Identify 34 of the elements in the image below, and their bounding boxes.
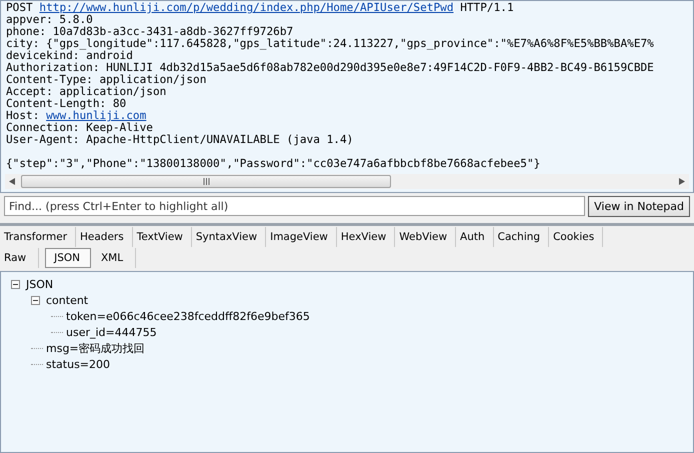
http-version: HTTP/1.1 xyxy=(460,1,514,14)
header-name: Host: xyxy=(6,109,40,122)
header-line: phone: 10a7d83b-a3cc-3431-a8db-3627ff9726b7 xyxy=(6,26,294,38)
scrollbar-thumb[interactable] xyxy=(21,175,391,188)
collapse-icon[interactable] xyxy=(31,296,40,304)
request-body: {"step":"3","Phone":"13800138000","Password":"cc03e747a6afbbcbf8be7668acfebee5"} xyxy=(6,158,542,170)
find-field[interactable]: Find... (press Ctrl+Enter to highlight all) xyxy=(4,196,586,216)
request-url-link[interactable]: http://www.hunliji.com/p/wedding/index.php/Home/APIUser/SetPwd xyxy=(39,1,454,14)
tree-item[interactable]: user_id=444755 xyxy=(66,326,157,338)
header-line: Connection: Keep-Alive xyxy=(6,122,154,134)
tree-item[interactable]: status=200 xyxy=(46,358,110,370)
header-line: Content-Type: application/json xyxy=(6,74,208,86)
request-method: POST xyxy=(6,1,33,14)
collapse-icon[interactable] xyxy=(11,280,20,288)
view-in-notepad-button[interactable]: View in Notepad xyxy=(588,196,690,217)
view-tab[interactable]: XML xyxy=(96,248,136,268)
header-line: User-Agent: Apache-HttpClient/UNAVAILABLE (java 1.4) xyxy=(6,134,354,146)
header-line: Authorization: HUNLIJI 4db32d15a5ae5d6f08ab782e00d290d395e0e8e7:49F14C2D-F0F9-4BB2-BC49-B6159CBDE xyxy=(6,62,655,74)
grip-icon xyxy=(202,178,210,185)
header-line: Accept: application/json xyxy=(6,86,166,98)
view-tab[interactable]: JSON xyxy=(45,248,91,268)
header-line: appver: 5.8.0 xyxy=(6,14,93,26)
scroll-right-icon[interactable] xyxy=(679,178,685,185)
header-line: devicekind: android xyxy=(6,50,133,62)
scroll-left-icon[interactable] xyxy=(9,178,15,185)
host-link[interactable]: www.hunliji.com xyxy=(46,109,146,122)
tree-item[interactable]: content xyxy=(46,294,88,306)
view-tab[interactable]: Raw xyxy=(0,248,40,268)
header-line: city: {"gps_longitude":117.645828,"gps_latitude":24.113227,"gps_province":"%E7%A6%8F%E5%BB%BA%E7% xyxy=(6,38,655,50)
tree-item[interactable]: token=e066c46cee238fceddff82f6e9bef365 xyxy=(66,310,310,322)
horizontal-scrollbar[interactable] xyxy=(5,174,689,189)
tree-item[interactable]: JSON xyxy=(26,278,54,290)
tree-item[interactable]: msg=密码成功找回 xyxy=(46,340,145,356)
header-line: Content-Length: 80 xyxy=(6,98,126,110)
